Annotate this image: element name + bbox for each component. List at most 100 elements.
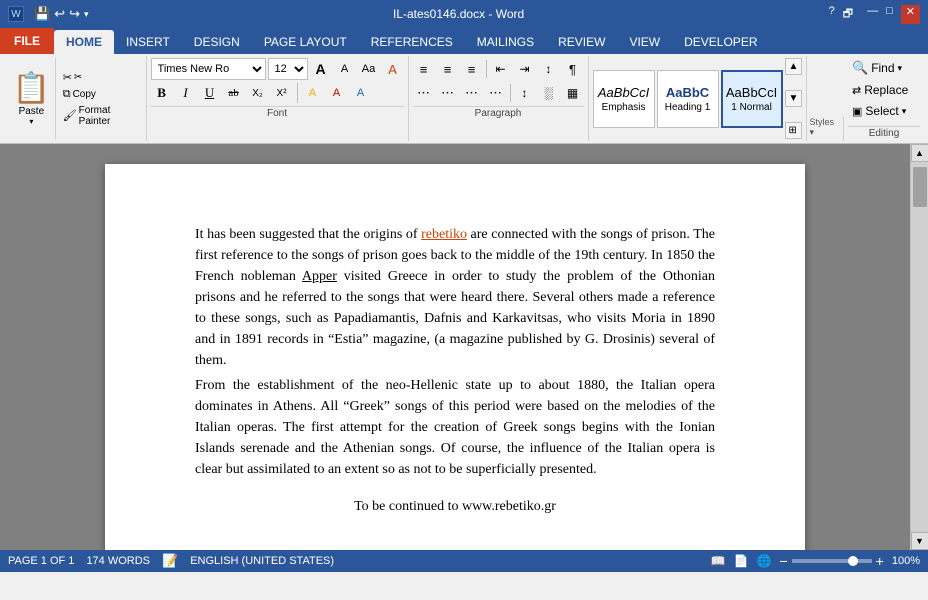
maximize-btn[interactable]: □ (886, 5, 893, 24)
align-right-button[interactable]: ⋯ (461, 82, 483, 104)
clipboard-actions: ✂ ✂ ⧉ Copy 🖌 Format Painter (56, 58, 142, 139)
spell-check-icon[interactable]: 📝 (162, 553, 178, 569)
scroll-down-button[interactable]: ▼ (911, 532, 928, 550)
zoom-thumb (848, 556, 858, 566)
read-mode-icon[interactable]: 📖 (711, 554, 726, 568)
title-bar: W 💾 ↩ ↪ ▾ IL-ates0146.docx - Word ? 🗗 — … (0, 0, 928, 28)
text-effects-button[interactable]: A (350, 82, 372, 104)
styles-scroll-up[interactable]: ▲ (785, 58, 803, 75)
styles-expand[interactable]: ⊞ (785, 122, 803, 139)
words-info: 174 WORDS (86, 555, 150, 567)
scroll-up-button[interactable]: ▲ (911, 144, 928, 162)
title-bar-left: W 💾 ↩ ↪ ▾ (8, 6, 89, 22)
ribbon-tabs: FILE HOME INSERT DESIGN PAGE LAYOUT REFE… (0, 28, 928, 54)
decrease-indent-button[interactable]: ⇤ (490, 58, 512, 80)
restore-btn[interactable]: 🗗 (843, 5, 853, 24)
select-label: Select (865, 104, 898, 118)
paste-button[interactable]: 📋 Paste ▾ (8, 58, 56, 139)
underline-button[interactable]: U (199, 82, 221, 104)
shrink-font-button[interactable]: A (334, 58, 356, 80)
clear-format-button[interactable]: A (382, 58, 404, 80)
tab-references[interactable]: REFERENCES (359, 30, 465, 54)
font-name-select[interactable]: Times New Ro (151, 58, 266, 80)
web-layout-icon[interactable]: 🌐 (757, 554, 772, 568)
para-row2: ⋯ ⋯ ⋯ ⋯ ↕ ░ ▦ (413, 82, 584, 104)
format-painter-label: Format Painter (79, 105, 139, 127)
shading-button[interactable]: ░ (538, 82, 560, 104)
paragraph-group-label: Paragraph (413, 106, 584, 119)
paragraph-2: From the establishment of the neo-Hellen… (195, 375, 715, 480)
zoom-out-btn[interactable]: − (779, 553, 787, 569)
zoom-in-btn[interactable]: + (876, 553, 884, 569)
text-highlight-button[interactable]: A (302, 82, 324, 104)
scroll-track[interactable] (911, 162, 928, 532)
styles-scroll: ▲ ▼ ⊞ (783, 58, 803, 139)
bold-button[interactable]: B (151, 82, 173, 104)
tab-review[interactable]: REVIEW (546, 30, 617, 54)
tab-pagelayout[interactable]: PAGE LAYOUT (252, 30, 359, 54)
help-btn[interactable]: ? (829, 5, 835, 24)
tab-developer[interactable]: DEVELOPER (672, 30, 769, 54)
language-info[interactable]: ENGLISH (UNITED STATES) (190, 555, 334, 567)
cut-button[interactable]: ✂ ✂ (60, 70, 142, 85)
document-scroll: It has been suggested that the origins o… (0, 144, 910, 550)
cut-label: ✂ (74, 72, 82, 83)
increase-indent-button[interactable]: ⇥ (514, 58, 536, 80)
redo-qa-btn[interactable]: ↪ (69, 6, 80, 22)
copy-button[interactable]: ⧉ Copy (60, 87, 142, 102)
style-heading1[interactable]: AaBbC Heading 1 (657, 70, 719, 128)
strikethrough-button[interactable]: ab (223, 82, 245, 104)
select-dropdown[interactable]: ▾ (902, 106, 907, 117)
line-spacing-button[interactable]: ↕ (514, 82, 536, 104)
show-marks-button[interactable]: ¶ (562, 58, 584, 80)
styles-group: AaBbCcI Emphasis AaBbC Heading 1 AaBbCcI… (589, 56, 808, 141)
select-button[interactable]: ▣ Select ▾ (848, 102, 920, 120)
superscript-button[interactable]: X² (271, 82, 293, 104)
align-left-button[interactable]: ⋯ (413, 82, 435, 104)
borders-button[interactable]: ▦ (562, 82, 584, 104)
minimize-btn[interactable]: — (867, 5, 878, 24)
font-size-select[interactable]: 12 (268, 58, 308, 80)
close-btn[interactable]: ✕ (901, 5, 920, 24)
style-normal[interactable]: AaBbCcI 1 Normal (721, 70, 783, 128)
find-button[interactable]: 🔍 Find ▾ (848, 58, 920, 78)
save-qa-btn[interactable]: 💾 (34, 6, 50, 22)
format-painter-button[interactable]: 🖌 Format Painter (60, 104, 142, 128)
cut-icon: ✂ (63, 71, 72, 84)
find-dropdown[interactable]: ▾ (898, 63, 903, 74)
align-center-button[interactable]: ⋯ (437, 82, 459, 104)
footer-text: To be continued to www.rebetiko.gr (195, 496, 715, 517)
zoom-slider[interactable] (792, 559, 872, 563)
grow-font-button[interactable]: A (310, 58, 332, 80)
tab-design[interactable]: DESIGN (182, 30, 252, 54)
apper-word: Apper (302, 269, 337, 284)
style-emphasis[interactable]: AaBbCcI Emphasis (593, 70, 655, 128)
numbering-button[interactable]: ≡ (437, 58, 459, 80)
tab-home[interactable]: HOME (54, 30, 114, 54)
replace-button[interactable]: ⇄ Replace (848, 81, 920, 99)
justify-button[interactable]: ⋯ (485, 82, 507, 104)
tab-file[interactable]: FILE (0, 28, 54, 54)
document-page: It has been suggested that the origins o… (105, 164, 805, 550)
rebetiko-link[interactable]: rebetiko (421, 227, 467, 242)
font-color-button[interactable]: A (326, 82, 348, 104)
heading1-preview: AaBbC (666, 85, 709, 100)
tab-insert[interactable]: INSERT (114, 30, 182, 54)
sort-button[interactable]: ↕ (538, 58, 560, 80)
change-case-button[interactable]: Aa (358, 58, 380, 80)
word-icon: W (8, 6, 24, 22)
clipboard-group: 📋 Paste ▾ ✂ ✂ ⧉ Copy 🖌 Format Painter (4, 56, 147, 141)
paste-dropdown[interactable]: ▾ (29, 117, 33, 126)
tab-view[interactable]: VIEW (617, 30, 672, 54)
scroll-thumb[interactable] (913, 167, 927, 207)
vertical-scrollbar: ▲ ▼ (910, 144, 928, 550)
italic-button[interactable]: I (175, 82, 197, 104)
subscript-button[interactable]: X₂ (247, 82, 269, 104)
bullets-button[interactable]: ≡ (413, 58, 435, 80)
find-icon: 🔍 (852, 60, 868, 76)
multilevel-button[interactable]: ≡ (461, 58, 483, 80)
styles-scroll-down[interactable]: ▼ (785, 90, 803, 107)
print-layout-icon[interactable]: 📄 (734, 554, 749, 568)
undo-qa-btn[interactable]: ↩ (54, 6, 65, 22)
tab-mailings[interactable]: MAILINGS (465, 30, 546, 54)
